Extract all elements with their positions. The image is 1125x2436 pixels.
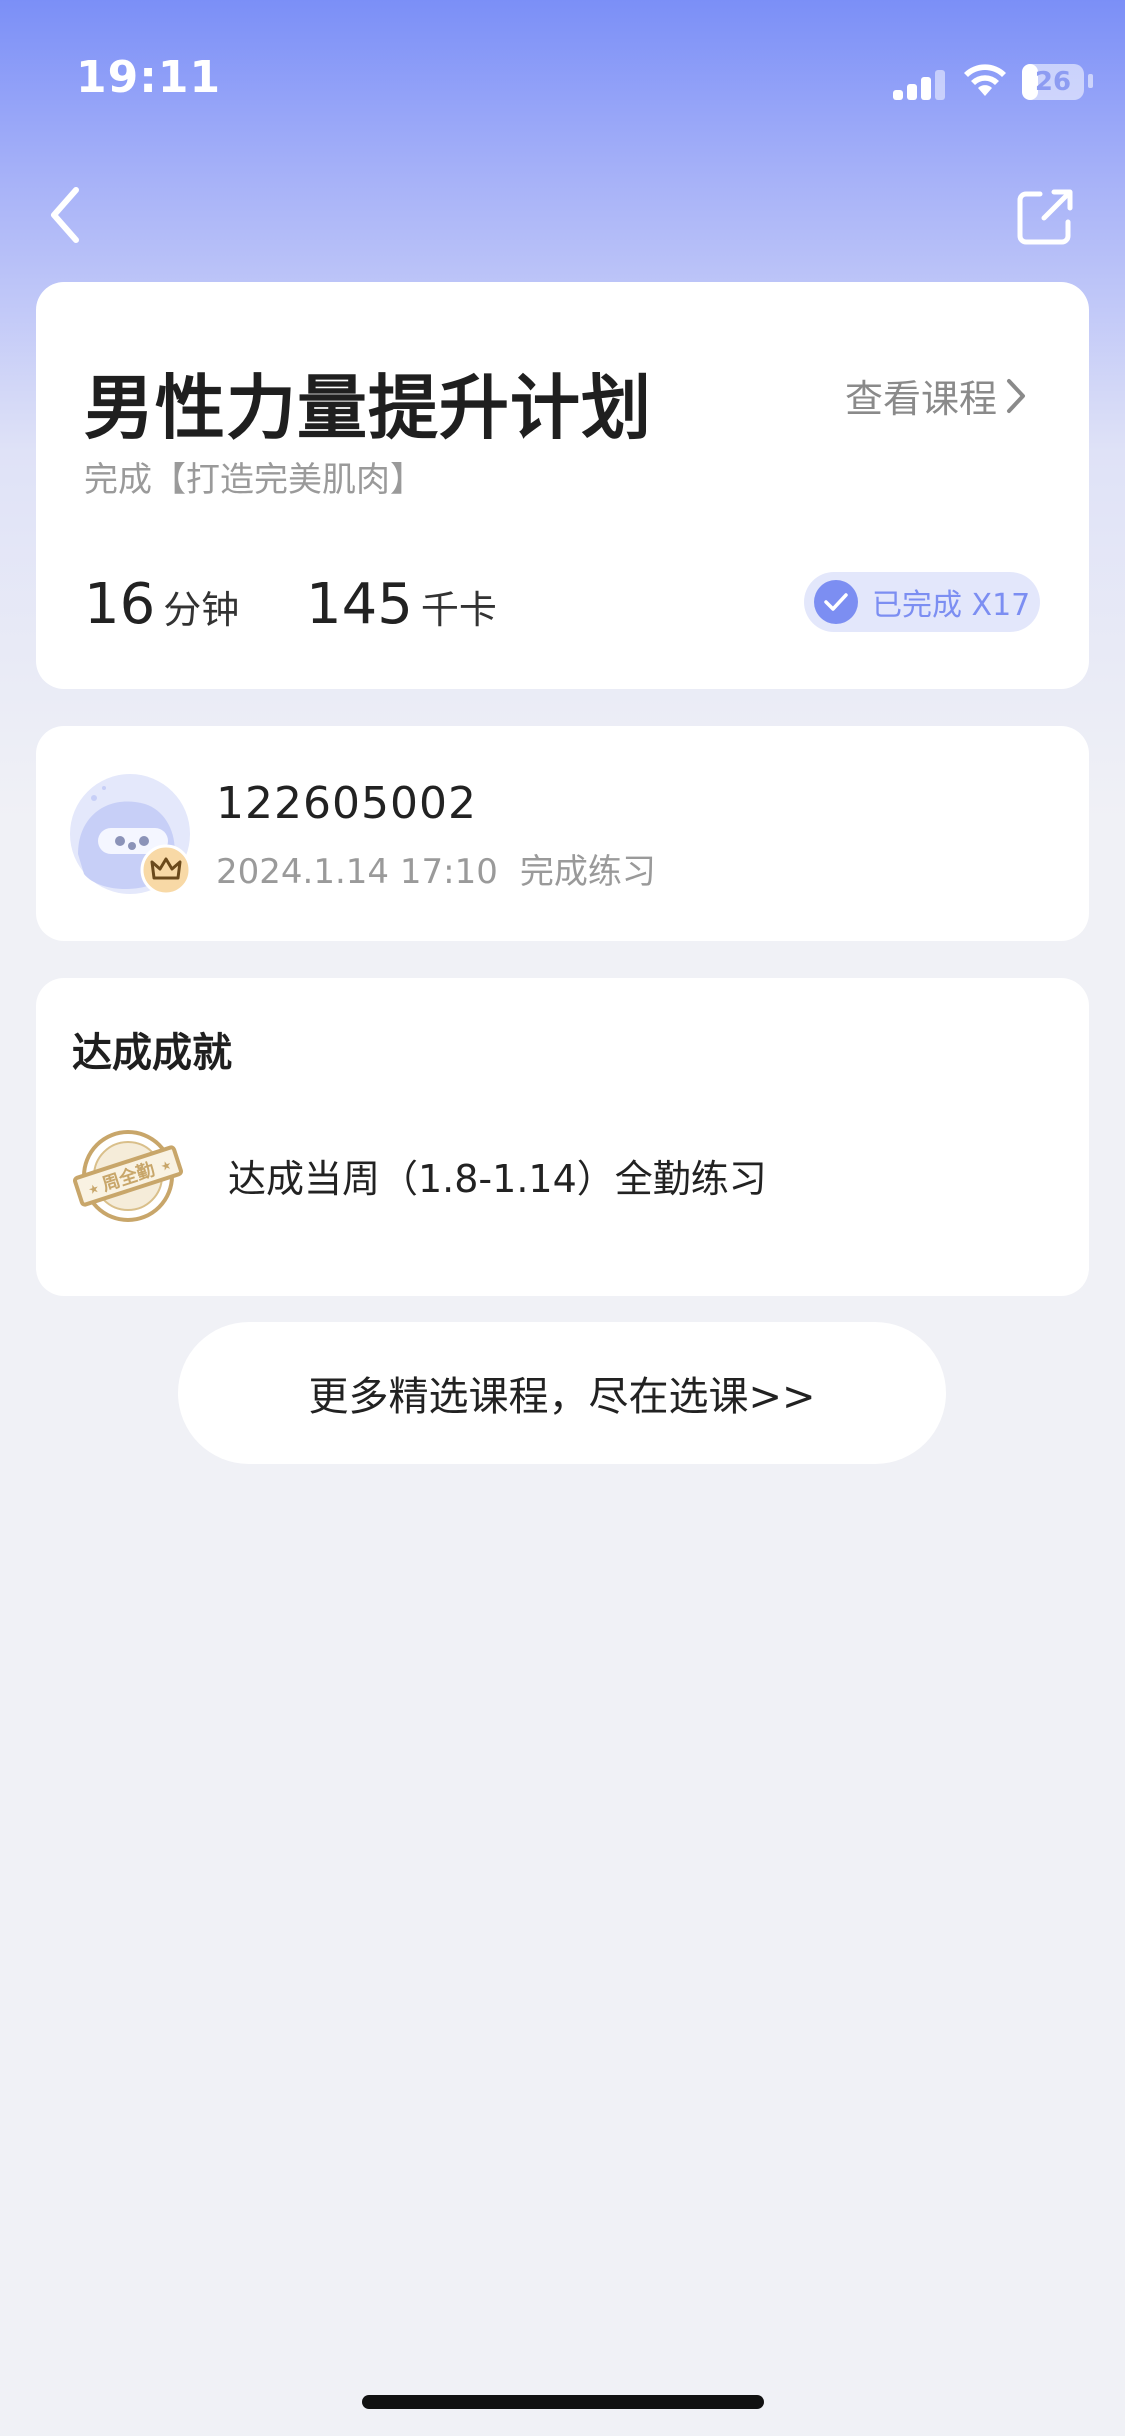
course-card: 男性力量提升计划 查看课程 完成【打造完美肌肉】 16 分钟 145 千卡 已完… (36, 282, 1089, 689)
calories-value: 145 (306, 572, 413, 637)
crown-icon (140, 844, 192, 896)
duration-value: 16 (84, 572, 156, 637)
weekly-attendance-medal-icon: 周全勤 ★ ★ (72, 1130, 184, 1222)
course-subtitle: 完成【打造完美肌肉】 (84, 460, 424, 500)
share-button[interactable] (1010, 182, 1080, 252)
battery-icon: 26 (1022, 64, 1084, 100)
home-indicator (362, 2395, 764, 2409)
back-button[interactable] (40, 180, 100, 250)
user-id: 122605002 (216, 778, 477, 829)
calories-unit: 千卡 (420, 588, 497, 632)
chevron-left-icon (51, 187, 79, 243)
calories-stat: 145 千卡 (306, 572, 497, 637)
completed-count-badge: 已完成 X17 (804, 572, 1040, 632)
achievement-card: 达成成就 周全勤 ★ ★ 达成当周（1.8-1.14）全勤练习 (36, 978, 1089, 1296)
completed-count-label: 已完成 X17 (872, 588, 1031, 623)
check-icon (814, 580, 858, 624)
achievement-description: 达成当周（1.8-1.14）全勤练习 (228, 1157, 767, 1201)
duration-unit: 分钟 (163, 588, 240, 632)
user-record-card: 122605002 2024.1.14 17:10 完成练习 (36, 726, 1089, 941)
status-time: 19:11 (76, 52, 222, 103)
user-activity-meta: 2024.1.14 17:10 完成练习 (216, 844, 656, 893)
activity-action: 完成练习 (519, 852, 656, 892)
cellular-signal-icon (893, 70, 945, 100)
chevron-right-icon (1007, 378, 1025, 413)
activity-date: 2024.1.14 17:10 (216, 852, 498, 892)
wifi-icon (964, 64, 1006, 96)
achievement-section-title: 达成成就 (72, 1030, 232, 1076)
more-courses-button[interactable]: 更多精选课程，尽在选课>> (178, 1322, 946, 1464)
avatar[interactable] (70, 774, 196, 900)
view-course-link[interactable]: 查看课程 (845, 368, 1027, 423)
course-title: 男性力量提升计划 (84, 367, 652, 449)
battery-level-text: 26 (1034, 67, 1072, 97)
battery-cap (1088, 74, 1093, 88)
share-icon (1017, 189, 1073, 245)
view-course-label: 查看课程 (844, 377, 997, 421)
status-bar: 19:11 26 (0, 0, 1125, 140)
duration-stat: 16 分钟 (84, 572, 239, 637)
